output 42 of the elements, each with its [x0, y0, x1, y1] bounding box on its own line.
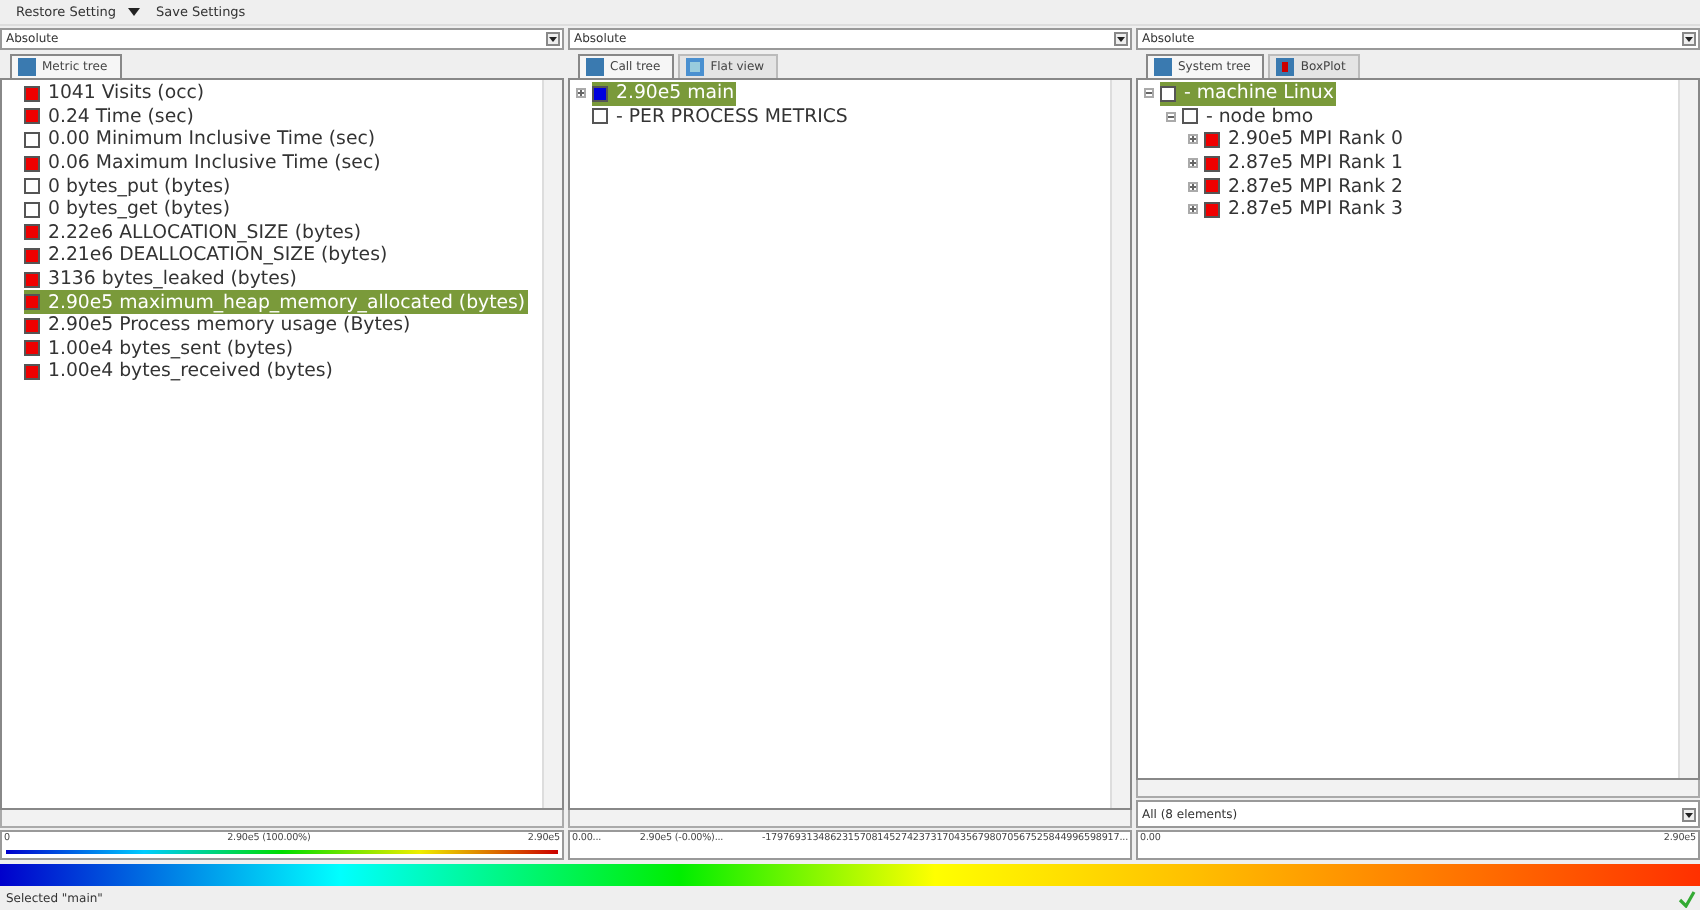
- tree-item[interactable]: 0 bytes_put (bytes): [24, 174, 233, 198]
- tree-item[interactable]: 3136 bytes_leaked (bytes): [24, 267, 299, 291]
- vertical-scrollbar[interactable]: [542, 80, 562, 808]
- tree-item[interactable]: 2.87e5 MPI Rank 2: [1204, 174, 1405, 198]
- tab-icon: [18, 58, 36, 76]
- tree-item[interactable]: 0 bytes_get (bytes): [24, 197, 232, 222]
- tab-icon: [586, 58, 604, 76]
- tree-item[interactable]: 0.00 Minimum Inclusive Time (sec): [24, 128, 378, 152]
- expander-icon[interactable]: [1188, 134, 1198, 145]
- horizontal-scrollbar[interactable]: [0, 810, 564, 828]
- tree-item[interactable]: 2.87e5 MPI Rank 1: [1204, 151, 1405, 175]
- caret-icon[interactable]: [128, 8, 141, 16]
- tree-item[interactable]: 2.22e6 ALLOCATION_SIZE (bytes): [24, 221, 363, 245]
- tree-item[interactable]: 2.90e5 Process memory usage (Bytes): [24, 313, 413, 338]
- tree-item[interactable]: - node bmo: [1182, 105, 1316, 129]
- expander-icon[interactable]: [576, 88, 586, 99]
- tree-item[interactable]: 0.24 Time (sec): [24, 105, 196, 129]
- tab-icon: [1276, 58, 1295, 76]
- expander-icon[interactable]: [1188, 158, 1198, 169]
- horizontal-scrollbar[interactable]: [568, 810, 1132, 828]
- tree-item[interactable]: 2.87e5 MPI Rank 3: [1204, 197, 1405, 222]
- horizontal-scrollbar[interactable]: [1136, 780, 1700, 798]
- tree-item[interactable]: 1.00e4 bytes_sent (bytes): [24, 337, 295, 361]
- checkmark-icon: [1678, 889, 1696, 907]
- vertical-scrollbar[interactable]: [1678, 80, 1698, 778]
- tree-item[interactable]: - PER PROCESS METRICS: [592, 105, 850, 129]
- expander-icon[interactable]: [1188, 204, 1198, 215]
- vertical-scrollbar[interactable]: [1110, 80, 1130, 808]
- tree-item[interactable]: 2.90e5 MPI Rank 0: [1204, 128, 1405, 152]
- tab-icon: [686, 58, 705, 76]
- dropdown-arrow-icon: [1682, 807, 1696, 821]
- tab-icon: [1154, 58, 1172, 76]
- tree-item[interactable]: 0.06 Maximum Inclusive Time (sec): [24, 151, 383, 175]
- dropdown-arrow-icon: [1682, 32, 1696, 46]
- expander-icon[interactable]: [1166, 111, 1176, 122]
- dropdown-arrow-icon: [1114, 32, 1128, 46]
- dropdown-arrow-icon: [546, 32, 560, 46]
- tree-item[interactable]: 1041 Visits (occ): [24, 82, 207, 106]
- expander-icon[interactable]: [1144, 88, 1154, 99]
- tree-item[interactable]: 1.00e4 bytes_received (bytes): [24, 360, 335, 384]
- tree-item[interactable]: 2.21e6 DEALLOCATION_SIZE (bytes): [24, 244, 390, 268]
- expander-icon[interactable]: [1188, 181, 1198, 192]
